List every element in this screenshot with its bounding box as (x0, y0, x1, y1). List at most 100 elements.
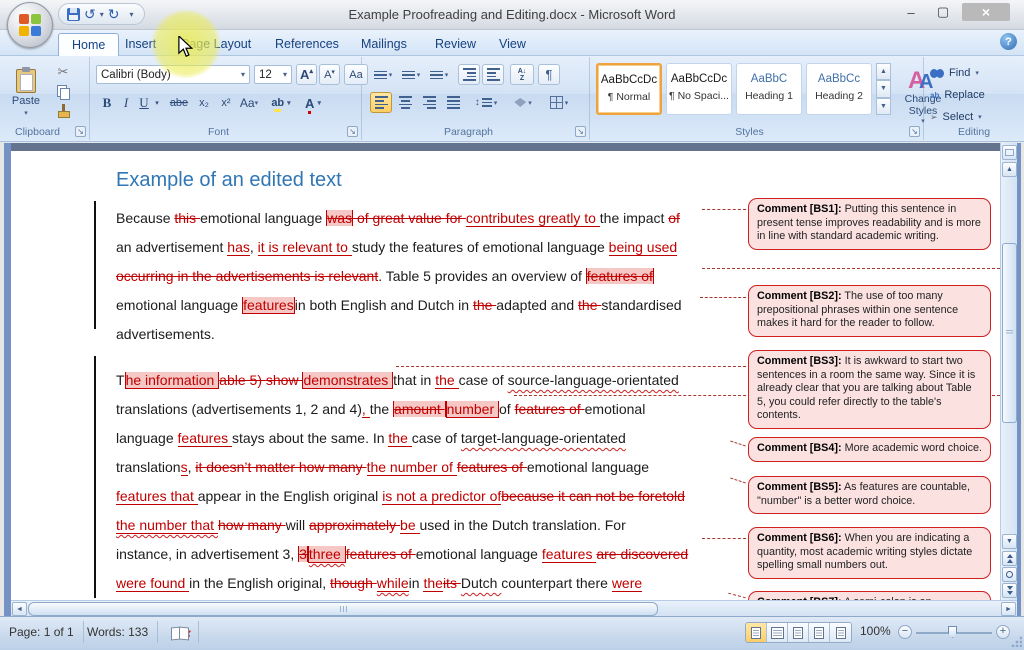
scroll-up-button[interactable]: ▲ (1002, 162, 1017, 177)
minimize-button[interactable]: – (898, 3, 924, 21)
zoom-in-button[interactable]: + (996, 625, 1010, 639)
document-line[interactable]: instance, in advertisement 3, 3three fea… (116, 540, 688, 569)
zoom-out-button[interactable]: − (898, 625, 912, 639)
outline-view-button[interactable] (809, 623, 830, 642)
styles-dialog-launcher[interactable]: ↘ (909, 126, 920, 137)
styles-scroll-down-button[interactable]: ▼ (876, 80, 891, 97)
customize-qat-icon[interactable]: ▾ (129, 10, 133, 19)
justify-button[interactable] (442, 92, 464, 113)
italic-button[interactable]: I (118, 93, 134, 113)
word-count-indicator[interactable]: Words: 133 (78, 621, 158, 643)
comment-balloon[interactable]: Comment [BS4]: More academic word choice… (748, 437, 991, 462)
document-line[interactable]: Because this emotional language was of g… (116, 204, 680, 233)
document-line[interactable]: translations (advertisements 1, 2 and 4)… (116, 395, 645, 424)
decrease-indent-button[interactable] (458, 64, 480, 85)
comment-balloon[interactable]: Comment [BS5]: As features are countable… (748, 476, 991, 514)
scroll-right-button[interactable]: ► (1001, 602, 1016, 616)
tab-insert[interactable]: Insert (112, 33, 169, 56)
cut-button[interactable]: ✂ (52, 63, 74, 81)
text-highlight-button[interactable]: ab ▾ (268, 93, 294, 113)
document-line[interactable]: an advertisement has, it is relevant to … (116, 233, 677, 262)
strikethrough-button[interactable]: abe (166, 93, 192, 113)
window-resize-grip[interactable] (1010, 635, 1022, 647)
tab-review[interactable]: Review (422, 33, 489, 56)
ruler-toggle-button[interactable] (1002, 145, 1017, 160)
document-line[interactable]: advertisements. (116, 320, 215, 349)
underline-dropdown-icon[interactable]: ▾ (152, 93, 162, 113)
clipboard-dialog-launcher[interactable]: ↘ (75, 126, 86, 137)
web-layout-view-button[interactable] (788, 623, 809, 642)
scroll-left-button[interactable]: ◄ (12, 602, 27, 616)
shrink-font-button[interactable]: A▾ (319, 64, 340, 85)
maximize-button[interactable]: ▢ (930, 3, 956, 21)
full-screen-reading-view-button[interactable] (767, 623, 788, 642)
increase-indent-button[interactable] (482, 64, 504, 85)
select-browse-object-button[interactable] (1002, 567, 1017, 582)
sort-button[interactable]: A↓ Z (510, 64, 534, 85)
grow-font-button[interactable]: A▴ (296, 64, 317, 85)
comment-balloon[interactable]: Comment [BS6]: When you are indicating a… (748, 527, 991, 579)
tab-home[interactable]: Home (58, 33, 119, 56)
font-size-select[interactable]: 12 ▾ (254, 65, 292, 84)
select-button[interactable]: ➢ Select ▾ (930, 107, 982, 127)
document-line[interactable]: features that appear in the English orig… (116, 482, 685, 511)
save-button[interactable] (67, 8, 80, 21)
vertical-scroll-thumb[interactable] (1002, 243, 1017, 423)
previous-page-button[interactable] (1002, 551, 1017, 566)
paste-button[interactable]: Paste ▾ (6, 63, 46, 123)
paragraph-dialog-launcher[interactable]: ↘ (575, 126, 586, 137)
print-layout-view-button[interactable] (746, 623, 767, 642)
align-right-button[interactable] (418, 92, 440, 113)
document-line[interactable]: language features stays about the same. … (116, 424, 626, 453)
next-page-button[interactable] (1002, 583, 1017, 598)
document-line[interactable]: emotional language featuresin both Engli… (116, 291, 682, 320)
find-button[interactable]: Find ▾ (930, 63, 979, 83)
show-hide-paragraph-button[interactable]: ¶ (538, 64, 560, 85)
tab-view[interactable]: View (486, 33, 539, 56)
comment-balloon[interactable]: Comment [BS1]: Putting this sentence in … (748, 198, 991, 250)
shading-button[interactable]: ▾ (508, 92, 538, 113)
document-line[interactable]: were found in the English original, thou… (116, 569, 642, 598)
undo-button[interactable]: ↺ (84, 7, 96, 21)
bold-button[interactable]: B (98, 93, 116, 113)
scroll-down-button[interactable]: ▼ (1002, 534, 1017, 549)
copy-button[interactable] (52, 82, 74, 100)
help-button[interactable]: ? (1000, 33, 1017, 50)
style-normal[interactable]: AaBbCcDc ¶ Normal (596, 63, 662, 115)
tab-references[interactable]: References (262, 33, 352, 56)
horizontal-scroll-thumb[interactable] (28, 602, 658, 616)
close-button[interactable]: × (962, 3, 1010, 21)
proofing-errors-button[interactable]: ✗ (162, 621, 199, 643)
tab-mailings[interactable]: Mailings (348, 33, 420, 56)
styles-scroll-up-button[interactable]: ▲ (876, 63, 891, 80)
style-heading-2[interactable]: AaBbCc Heading 2 (806, 63, 872, 115)
comment-balloon[interactable]: Comment [BS3]: It is awkward to start tw… (748, 350, 991, 429)
subscript-button[interactable]: x₂ (194, 93, 214, 113)
office-button[interactable] (7, 2, 53, 48)
document-line[interactable]: translations, it doesn’t matter how many… (116, 453, 649, 482)
document-line[interactable]: The information able 5) show demonstrate… (116, 366, 679, 395)
zoom-slider-handle[interactable] (948, 626, 957, 638)
borders-button[interactable]: ▾ (544, 92, 574, 113)
numbering-button[interactable]: ▾ (398, 65, 424, 85)
font-family-select[interactable]: Calibri (Body) ▾ (96, 65, 250, 84)
document-line[interactable]: the number that how many will approximat… (116, 511, 626, 540)
line-spacing-button[interactable]: ↕ ▾ (472, 92, 500, 113)
underline-button[interactable]: U (136, 93, 152, 113)
style-no-spacing[interactable]: AaBbCcDc ¶ No Spaci... (666, 63, 732, 115)
redo-button[interactable]: ↻ (108, 7, 120, 21)
vertical-scrollbar[interactable]: ▲ ▼ (1000, 143, 1017, 616)
draft-view-button[interactable] (830, 623, 851, 642)
format-painter-button[interactable] (52, 101, 74, 119)
superscript-button[interactable]: x² (216, 93, 236, 113)
font-color-button[interactable]: A ▾ (300, 93, 326, 113)
styles-more-button[interactable]: ▼ (876, 98, 891, 115)
zoom-level-button[interactable]: 100% (860, 624, 891, 638)
align-left-button[interactable] (370, 92, 392, 113)
change-case-button[interactable]: Aa▾ (238, 93, 260, 113)
style-heading-1[interactable]: AaBbC Heading 1 (736, 63, 802, 115)
multilevel-list-button[interactable]: ▾ (426, 65, 452, 85)
horizontal-scrollbar[interactable]: ◄ ► (11, 600, 1017, 616)
align-center-button[interactable] (394, 92, 416, 113)
document-line[interactable]: occurring in the advertisements is relev… (116, 262, 654, 291)
